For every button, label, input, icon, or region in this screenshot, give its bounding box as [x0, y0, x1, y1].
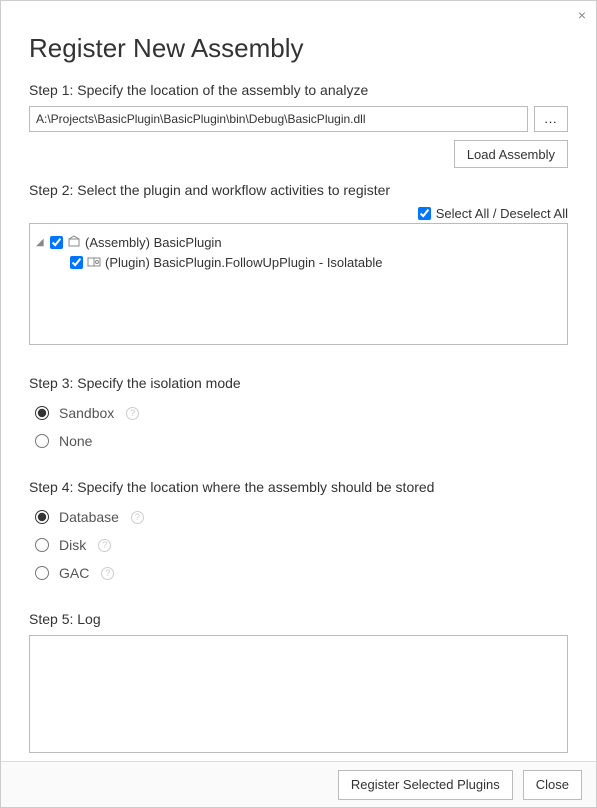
- help-icon[interactable]: ?: [126, 407, 139, 420]
- plugin-label: (Plugin) BasicPlugin.FollowUpPlugin - Is…: [105, 255, 382, 270]
- step2-label: Step 2: Select the plugin and workflow a…: [29, 182, 568, 198]
- expand-icon[interactable]: ◢: [36, 237, 46, 248]
- radio-disk[interactable]: Disk: [35, 537, 86, 553]
- register-selected-button[interactable]: Register Selected Plugins: [338, 770, 513, 800]
- radio-none-label: None: [59, 433, 92, 449]
- step1-label: Step 1: Specify the location of the asse…: [29, 82, 568, 98]
- log-output: [29, 635, 568, 753]
- radio-gac-label: GAC: [59, 565, 89, 581]
- plugin-tree: ◢ (Assembly) BasicPlugin (Plugin) BasicP…: [29, 223, 568, 345]
- assembly-icon: [67, 235, 81, 249]
- close-icon[interactable]: ×: [578, 7, 586, 23]
- radio-gac[interactable]: GAC: [35, 565, 89, 581]
- plugin-icon: [87, 255, 101, 269]
- help-icon[interactable]: ?: [131, 511, 144, 524]
- select-all-label: Select All / Deselect All: [436, 206, 568, 221]
- radio-database-label: Database: [59, 509, 119, 525]
- radio-gac-input[interactable]: [35, 566, 49, 580]
- radio-disk-input[interactable]: [35, 538, 49, 552]
- help-icon[interactable]: ?: [98, 539, 111, 552]
- radio-sandbox-label: Sandbox: [59, 405, 114, 421]
- radio-disk-label: Disk: [59, 537, 86, 553]
- radio-sandbox[interactable]: Sandbox: [35, 405, 114, 421]
- browse-button[interactable]: ...: [534, 106, 568, 132]
- assembly-label: (Assembly) BasicPlugin: [85, 235, 222, 250]
- step4-label: Step 4: Specify the location where the a…: [29, 479, 568, 495]
- radio-none[interactable]: None: [35, 433, 92, 449]
- tree-row-assembly[interactable]: ◢ (Assembly) BasicPlugin: [36, 232, 561, 252]
- radio-none-input[interactable]: [35, 434, 49, 448]
- load-assembly-button[interactable]: Load Assembly: [454, 140, 568, 168]
- select-all-checkbox[interactable]: [418, 207, 431, 220]
- assembly-path-input[interactable]: [29, 106, 528, 132]
- radio-database[interactable]: Database: [35, 509, 119, 525]
- dialog-footer: Register Selected Plugins Close: [1, 761, 596, 807]
- assembly-checkbox[interactable]: [50, 236, 63, 249]
- tree-row-plugin[interactable]: (Plugin) BasicPlugin.FollowUpPlugin - Is…: [36, 252, 561, 272]
- page-title: Register New Assembly: [29, 33, 568, 64]
- help-icon[interactable]: ?: [101, 567, 114, 580]
- step5-label: Step 5: Log: [29, 611, 568, 627]
- close-button[interactable]: Close: [523, 770, 582, 800]
- plugin-checkbox[interactable]: [70, 256, 83, 269]
- step3-label: Step 3: Specify the isolation mode: [29, 375, 568, 391]
- radio-sandbox-input[interactable]: [35, 406, 49, 420]
- radio-database-input[interactable]: [35, 510, 49, 524]
